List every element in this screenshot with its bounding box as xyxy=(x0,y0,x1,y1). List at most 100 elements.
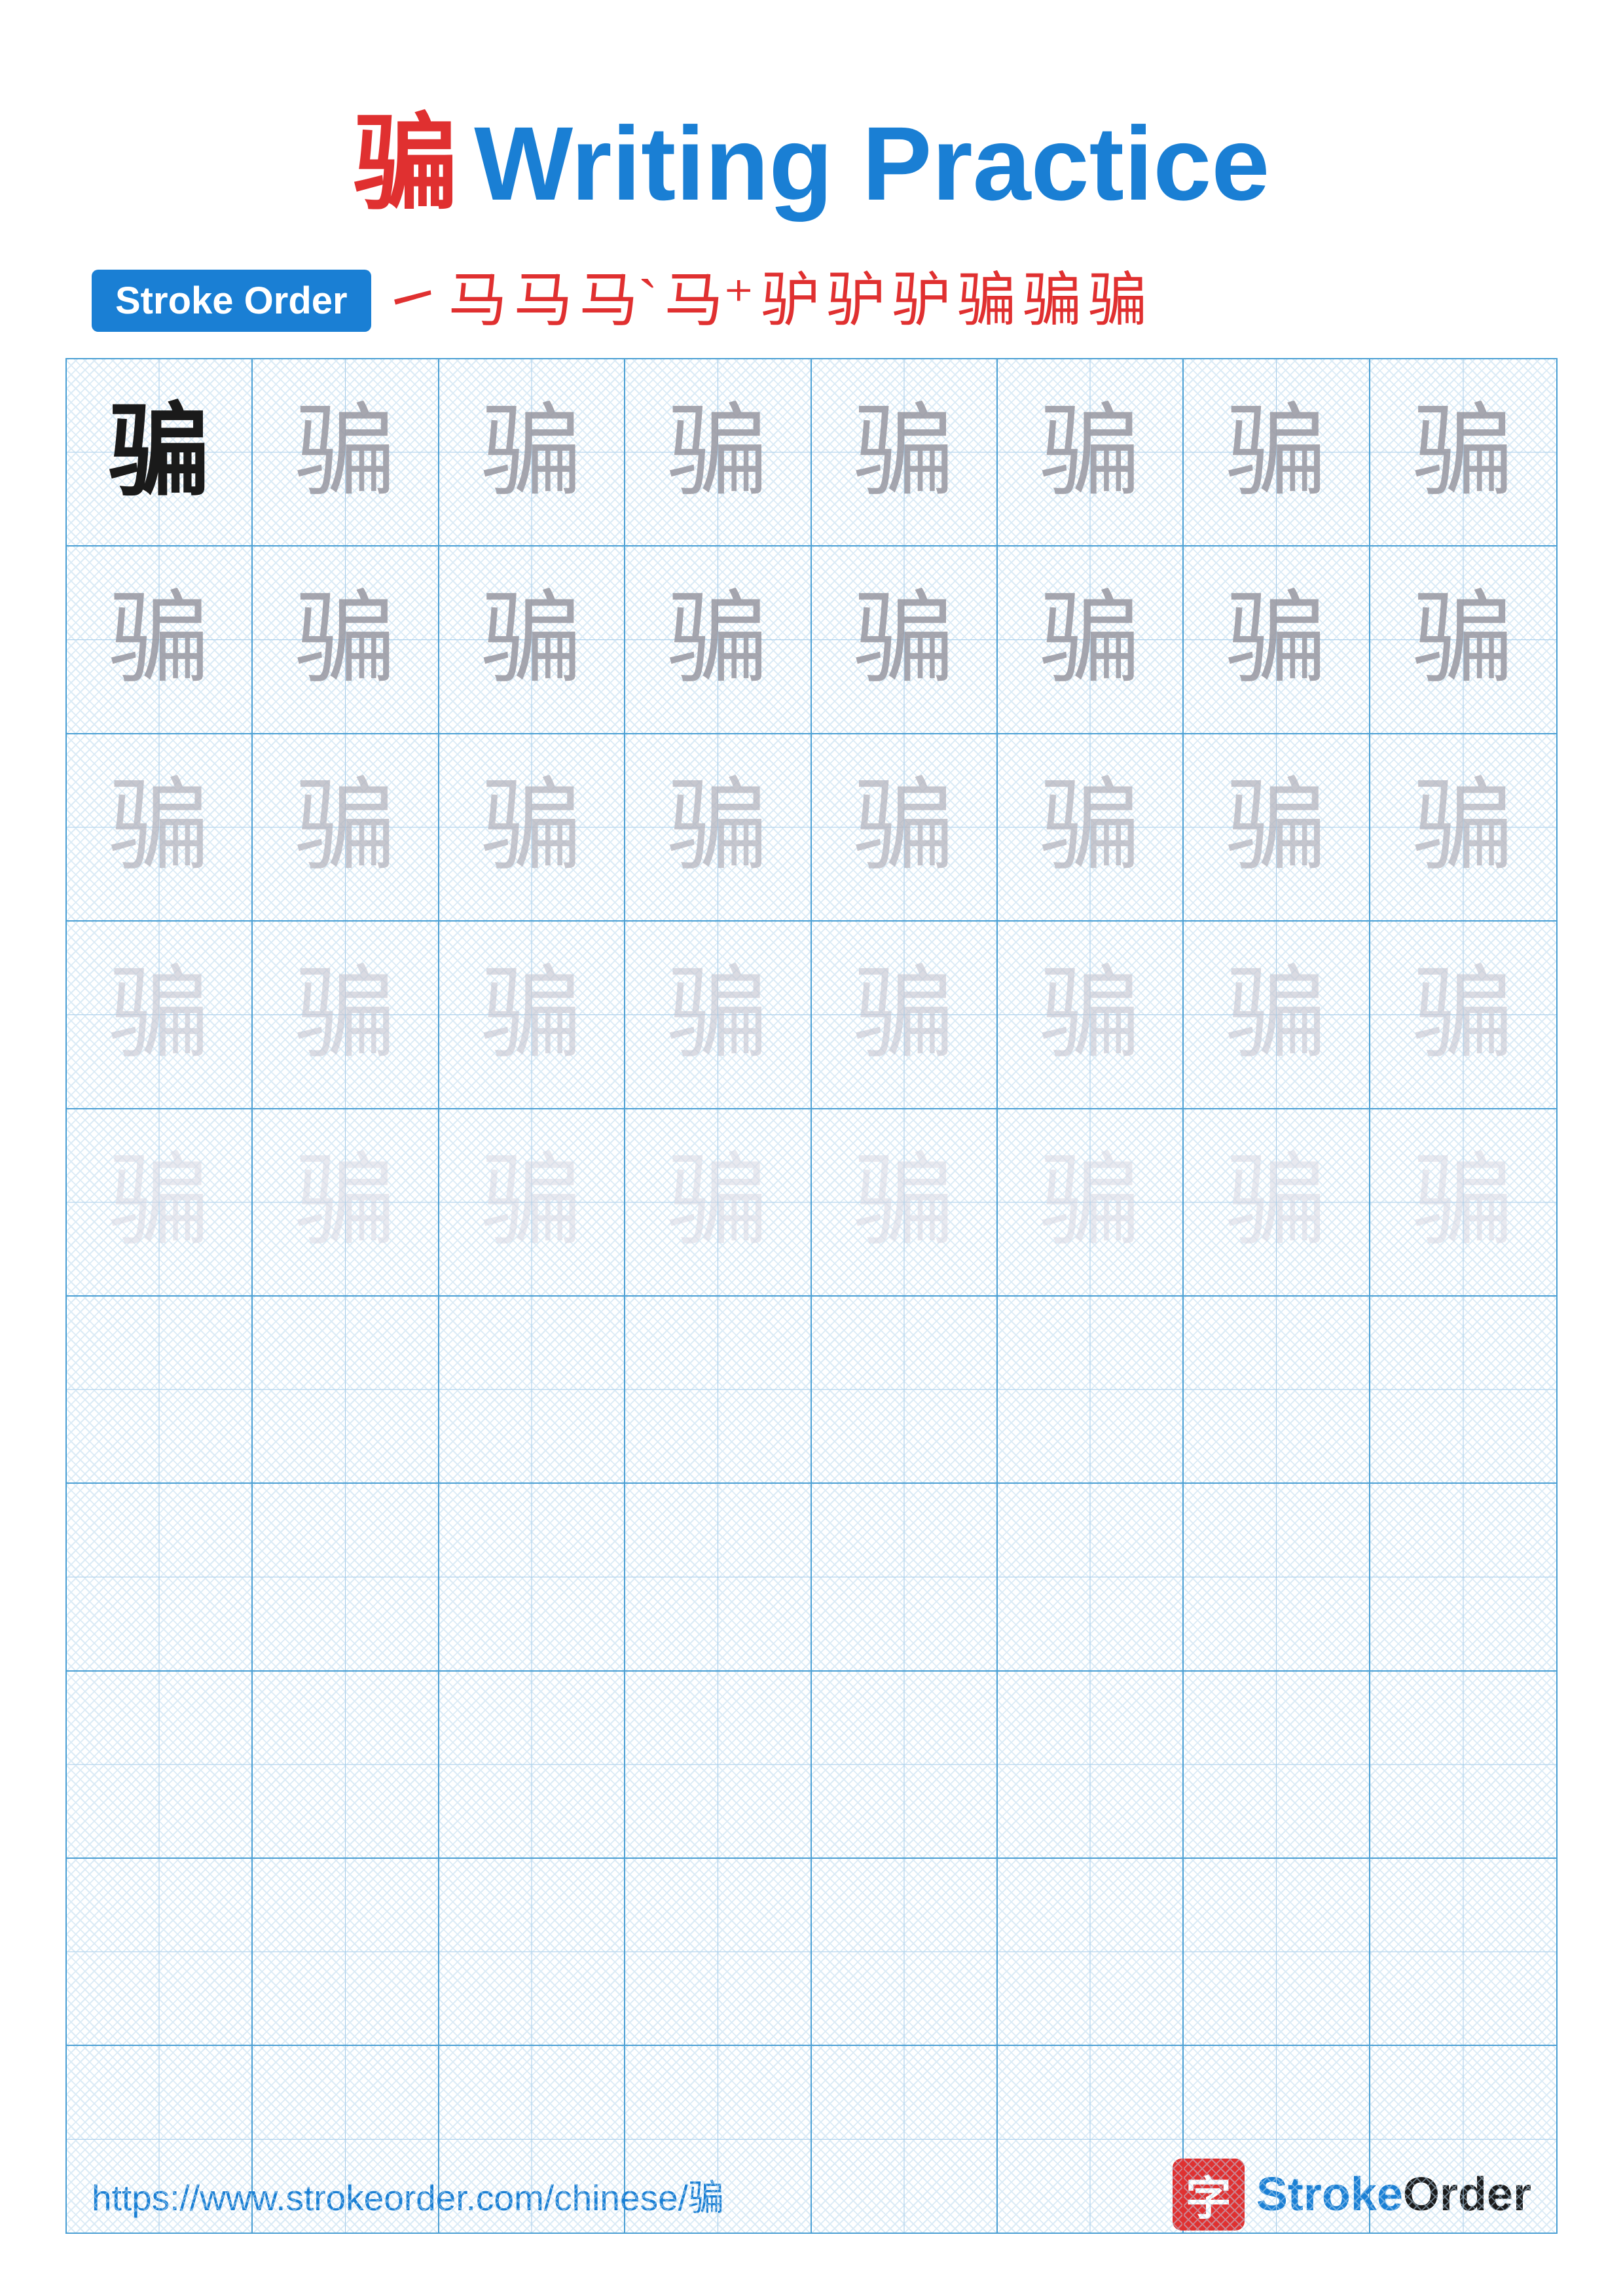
cell-5-8[interactable]: 骗 xyxy=(1370,1109,1556,1295)
cell-2-8[interactable]: 骗 xyxy=(1370,547,1556,732)
cell-2-7[interactable]: 骗 xyxy=(1184,547,1370,732)
cell-3-1[interactable]: 骗 xyxy=(67,734,253,920)
cell-1-3[interactable]: 骗 xyxy=(439,359,625,545)
cell-9-7[interactable] xyxy=(1184,1859,1370,2045)
cell-3-3[interactable]: 骗 xyxy=(439,734,625,920)
char-display: 骗 xyxy=(1370,547,1556,732)
cell-8-2[interactable] xyxy=(253,1672,439,1857)
char-display: 骗 xyxy=(67,1109,251,1295)
char-display: 骗 xyxy=(998,547,1182,732)
cell-3-6[interactable]: 骗 xyxy=(998,734,1184,920)
title-area: 骗 Writing Practice xyxy=(0,0,1623,230)
cell-4-3[interactable]: 骗 xyxy=(439,922,625,1107)
cell-1-1[interactable]: 骗 xyxy=(67,359,253,545)
title-character: 骗 xyxy=(354,105,458,222)
cell-3-2[interactable]: 骗 xyxy=(253,734,439,920)
cell-1-7[interactable]: 骗 xyxy=(1184,359,1370,545)
cell-5-6[interactable]: 骗 xyxy=(998,1109,1184,1295)
stroke-order-area: Stroke Order ㇀ 马 马 马` 马⁺ 驴 驴 驴 骗 骗 骗 xyxy=(0,270,1623,332)
logo-icon: 字 xyxy=(1173,2159,1245,2231)
cell-2-2[interactable]: 骗 xyxy=(253,547,439,732)
footer: https://www.strokeorder.com/chinese/骗 字 … xyxy=(0,2159,1623,2231)
cell-9-8[interactable] xyxy=(1370,1859,1556,2045)
cell-2-4[interactable]: 骗 xyxy=(625,547,811,732)
cell-5-5[interactable]: 骗 xyxy=(812,1109,998,1295)
cell-1-4[interactable]: 骗 xyxy=(625,359,811,545)
footer-url[interactable]: https://www.strokeorder.com/chinese/骗 xyxy=(92,2168,724,2221)
cell-8-8[interactable] xyxy=(1370,1672,1556,1857)
cell-3-5[interactable]: 骗 xyxy=(812,734,998,920)
cell-6-1[interactable] xyxy=(67,1297,253,1482)
cell-4-4[interactable]: 骗 xyxy=(625,922,811,1107)
cell-7-7[interactable] xyxy=(1184,1484,1370,1670)
char-display: 骗 xyxy=(812,734,996,920)
cell-2-1[interactable]: 骗 xyxy=(67,547,253,732)
cell-7-3[interactable] xyxy=(439,1484,625,1670)
cell-3-7[interactable]: 骗 xyxy=(1184,734,1370,920)
cell-9-4[interactable] xyxy=(625,1859,811,2045)
cell-9-5[interactable] xyxy=(812,1859,998,2045)
cell-6-5[interactable] xyxy=(812,1297,998,1482)
cell-1-6[interactable]: 骗 xyxy=(998,359,1184,545)
char-display: 骗 xyxy=(1370,734,1556,920)
char-display: 骗 xyxy=(1370,1109,1556,1295)
cell-8-6[interactable] xyxy=(998,1672,1184,1857)
cell-6-2[interactable] xyxy=(253,1297,439,1482)
cell-3-4[interactable]: 骗 xyxy=(625,734,811,920)
char-display: 骗 xyxy=(67,734,251,920)
cell-6-4[interactable] xyxy=(625,1297,811,1482)
stroke-7: 驴 xyxy=(826,272,885,331)
cell-8-1[interactable] xyxy=(67,1672,253,1857)
cell-8-7[interactable] xyxy=(1184,1672,1370,1857)
cell-9-1[interactable] xyxy=(67,1859,253,2045)
cell-4-5[interactable]: 骗 xyxy=(812,922,998,1107)
cell-4-7[interactable]: 骗 xyxy=(1184,922,1370,1107)
char-display: 骗 xyxy=(253,359,437,545)
cell-1-2[interactable]: 骗 xyxy=(253,359,439,545)
cell-7-8[interactable] xyxy=(1370,1484,1556,1670)
cell-2-6[interactable]: 骗 xyxy=(998,547,1184,732)
char-display: 骗 xyxy=(439,922,624,1107)
cell-7-5[interactable] xyxy=(812,1484,998,1670)
char-display: 骗 xyxy=(253,1109,437,1295)
char-display: 骗 xyxy=(1184,922,1368,1107)
cell-6-6[interactable] xyxy=(998,1297,1184,1482)
cell-5-4[interactable]: 骗 xyxy=(625,1109,811,1295)
char-display: 骗 xyxy=(1370,922,1556,1107)
cell-2-3[interactable]: 骗 xyxy=(439,547,625,732)
cell-8-4[interactable] xyxy=(625,1672,811,1857)
cell-5-1[interactable]: 骗 xyxy=(67,1109,253,1295)
cell-7-6[interactable] xyxy=(998,1484,1184,1670)
cell-9-6[interactable] xyxy=(998,1859,1184,2045)
cell-3-8[interactable]: 骗 xyxy=(1370,734,1556,920)
cell-7-4[interactable] xyxy=(625,1484,811,1670)
char-display: 骗 xyxy=(67,547,251,732)
cell-4-1[interactable]: 骗 xyxy=(67,922,253,1107)
char-display: 骗 xyxy=(625,547,810,732)
cell-7-2[interactable] xyxy=(253,1484,439,1670)
cell-4-2[interactable]: 骗 xyxy=(253,922,439,1107)
grid-row-9 xyxy=(67,1859,1556,2046)
cell-8-5[interactable] xyxy=(812,1672,998,1857)
cell-6-8[interactable] xyxy=(1370,1297,1556,1482)
cell-5-2[interactable]: 骗 xyxy=(253,1109,439,1295)
cell-8-3[interactable] xyxy=(439,1672,625,1857)
cell-4-8[interactable]: 骗 xyxy=(1370,922,1556,1107)
cell-5-7[interactable]: 骗 xyxy=(1184,1109,1370,1295)
char-display: 骗 xyxy=(253,922,437,1107)
grid-row-1: 骗 骗 骗 骗 骗 骗 骗 骗 xyxy=(67,359,1556,547)
cell-1-5[interactable]: 骗 xyxy=(812,359,998,545)
grid-row-5: 骗 骗 骗 骗 骗 骗 骗 骗 xyxy=(67,1109,1556,1297)
cell-6-3[interactable] xyxy=(439,1297,625,1482)
cell-2-5[interactable]: 骗 xyxy=(812,547,998,732)
char-display: 骗 xyxy=(812,1109,996,1295)
char-display: 骗 xyxy=(998,1109,1182,1295)
cell-4-6[interactable]: 骗 xyxy=(998,922,1184,1107)
cell-9-3[interactable] xyxy=(439,1859,625,2045)
cell-7-1[interactable] xyxy=(67,1484,253,1670)
cell-6-7[interactable] xyxy=(1184,1297,1370,1482)
stroke-order-badge: Stroke Order xyxy=(92,270,371,332)
cell-9-2[interactable] xyxy=(253,1859,439,2045)
cell-5-3[interactable]: 骗 xyxy=(439,1109,625,1295)
cell-1-8[interactable]: 骗 xyxy=(1370,359,1556,545)
